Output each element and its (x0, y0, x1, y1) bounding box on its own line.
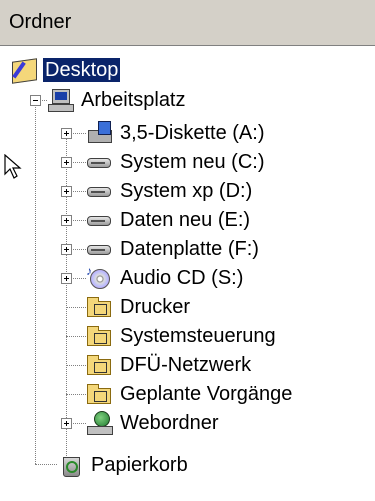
tree-item[interactable]: Daten neu (E:) (86, 206, 252, 234)
tree-item-papierkorb[interactable]: Papierkorb (57, 451, 190, 479)
collapse-toggle[interactable] (30, 95, 41, 106)
tree-item-label: Datenplatte (F:) (120, 238, 259, 260)
printer-folder-icon (86, 295, 112, 319)
tree-item[interactable]: DFÜ-Netzwerk (86, 351, 253, 379)
computer-icon (47, 88, 74, 112)
hard-drive-icon (86, 237, 112, 261)
tree-item-label: Geplante Vorgänge (120, 383, 293, 405)
tree-item[interactable]: ♪ Audio CD (S:) (86, 264, 245, 292)
tree-item-arbeitsplatz[interactable]: Arbeitsplatz (47, 86, 188, 114)
expand-toggle[interactable] (61, 273, 72, 284)
cd-drive-icon: ♪ (86, 264, 112, 290)
tree-item-label: Papierkorb (91, 454, 188, 476)
folder-tree[interactable]: Desktop Arbeitsplatz 3,5-Diskette (A:) Sy… (0, 46, 375, 501)
tree-item[interactable]: Webordner (86, 409, 221, 437)
tree-line (66, 394, 86, 395)
mouse-pointer-icon (4, 154, 22, 179)
tree-line (35, 464, 57, 465)
tree-item-label: System xp (D:) (120, 180, 253, 202)
web-folders-icon (86, 411, 113, 435)
tree-item-label: Daten neu (E:) (120, 209, 251, 231)
tree-item-label: Arbeitsplatz (81, 89, 186, 111)
expand-toggle[interactable] (61, 244, 72, 255)
expand-toggle[interactable] (61, 157, 72, 168)
tree-line (35, 100, 36, 464)
hard-drive-icon (86, 150, 112, 174)
tree-item-label: 3,5-Diskette (A:) (120, 122, 265, 144)
tree-item[interactable]: Geplante Vorgänge (86, 380, 294, 408)
tree-item-label: Webordner (120, 412, 219, 434)
tree-item-label: System neu (C:) (120, 151, 265, 173)
expand-toggle[interactable] (61, 186, 72, 197)
desktop-icon (11, 58, 37, 84)
recycle-bin-icon (57, 453, 83, 477)
dialup-folder-icon (86, 353, 112, 377)
tree-item[interactable]: Drucker (86, 293, 192, 321)
tree-header: Ordner (0, 0, 375, 46)
tree-item[interactable]: System xp (D:) (86, 177, 254, 205)
tree-item[interactable]: Datenplatte (F:) (86, 235, 261, 263)
tree-item-label: Desktop (41, 57, 122, 83)
tree-item-label: Audio CD (S:) (120, 267, 244, 289)
tree-item[interactable]: System neu (C:) (86, 148, 266, 176)
expand-toggle[interactable] (61, 128, 72, 139)
expand-toggle[interactable] (61, 418, 72, 429)
header-title: Ordner (9, 11, 72, 33)
tree-line (66, 128, 67, 464)
floppy-drive-icon (86, 121, 112, 145)
tree-item[interactable]: 3,5-Diskette (A:) (86, 119, 266, 147)
control-panel-folder-icon (86, 324, 112, 348)
tree-item-label: Systemsteuerung (120, 325, 276, 347)
hard-drive-icon (86, 179, 112, 203)
tree-line (66, 336, 86, 337)
tree-line (66, 365, 86, 366)
tree-item-label: Drucker (120, 296, 191, 318)
tree-item-desktop[interactable]: Desktop (11, 56, 122, 84)
expand-toggle[interactable] (61, 215, 72, 226)
tree-item[interactable]: Systemsteuerung (86, 322, 278, 350)
scheduled-tasks-folder-icon (86, 382, 112, 406)
hard-drive-icon (86, 208, 112, 232)
tree-line (66, 307, 86, 308)
tree-item-label: DFÜ-Netzwerk (120, 354, 252, 376)
